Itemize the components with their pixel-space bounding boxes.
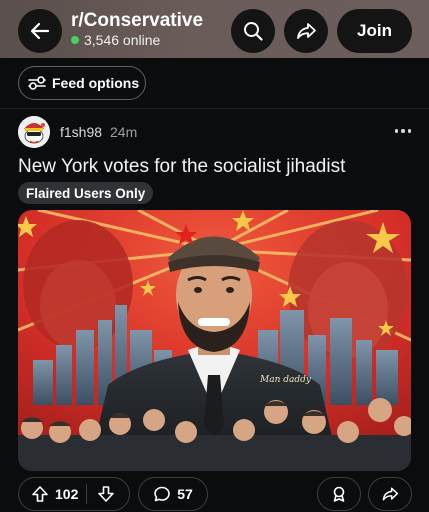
more-options-button[interactable] [390, 122, 416, 140]
share-button[interactable] [284, 9, 328, 53]
award-icon [333, 486, 345, 502]
online-count: 3,546 online [71, 32, 160, 48]
upvote-arrow-icon[interactable] [31, 485, 49, 503]
post-share-button[interactable] [368, 477, 412, 511]
divider [0, 108, 429, 109]
comment-bubble-icon [154, 486, 171, 502]
feed-options-button[interactable]: Feed options [18, 66, 146, 100]
post-image[interactable]: Man daddy [18, 210, 411, 471]
tune-icon [28, 76, 46, 90]
feed-options-label: Feed options [52, 75, 140, 91]
post-age: 24m [110, 124, 138, 140]
post-flair: Flaired Users Only [18, 182, 154, 204]
avatar[interactable] [18, 116, 50, 148]
online-indicator [71, 36, 79, 44]
post-title[interactable]: New York votes for the socialist jihadis… [18, 156, 345, 178]
share-arrow-icon [382, 487, 399, 501]
comments-button[interactable]: 57 [138, 477, 208, 511]
comment-count: 57 [177, 486, 193, 502]
vote-bar: 102 [18, 477, 130, 511]
snoo-avatar-icon [18, 116, 50, 148]
search-icon [244, 22, 263, 41]
share-arrow-icon [297, 23, 316, 39]
award-button[interactable] [317, 477, 361, 511]
arrow-left-icon [30, 22, 50, 40]
subreddit-header: r/Conservative 3,546 online Join [0, 0, 429, 58]
vote-separator [86, 484, 88, 504]
search-button[interactable] [231, 9, 275, 53]
post-author[interactable]: f1sh98 [60, 124, 102, 140]
downvote-arrow-icon[interactable] [97, 485, 115, 503]
more-horizontal-icon [394, 129, 399, 133]
online-count-text: 3,546 online [84, 32, 161, 48]
back-button[interactable] [18, 9, 62, 53]
more-horizontal-icon [407, 129, 412, 133]
more-horizontal-icon [401, 129, 405, 133]
upvote-count: 102 [55, 486, 79, 502]
join-button[interactable]: Join [337, 9, 412, 53]
image-caption: Man daddy [259, 375, 312, 385]
subreddit-name[interactable]: r/Conservative [71, 10, 203, 32]
